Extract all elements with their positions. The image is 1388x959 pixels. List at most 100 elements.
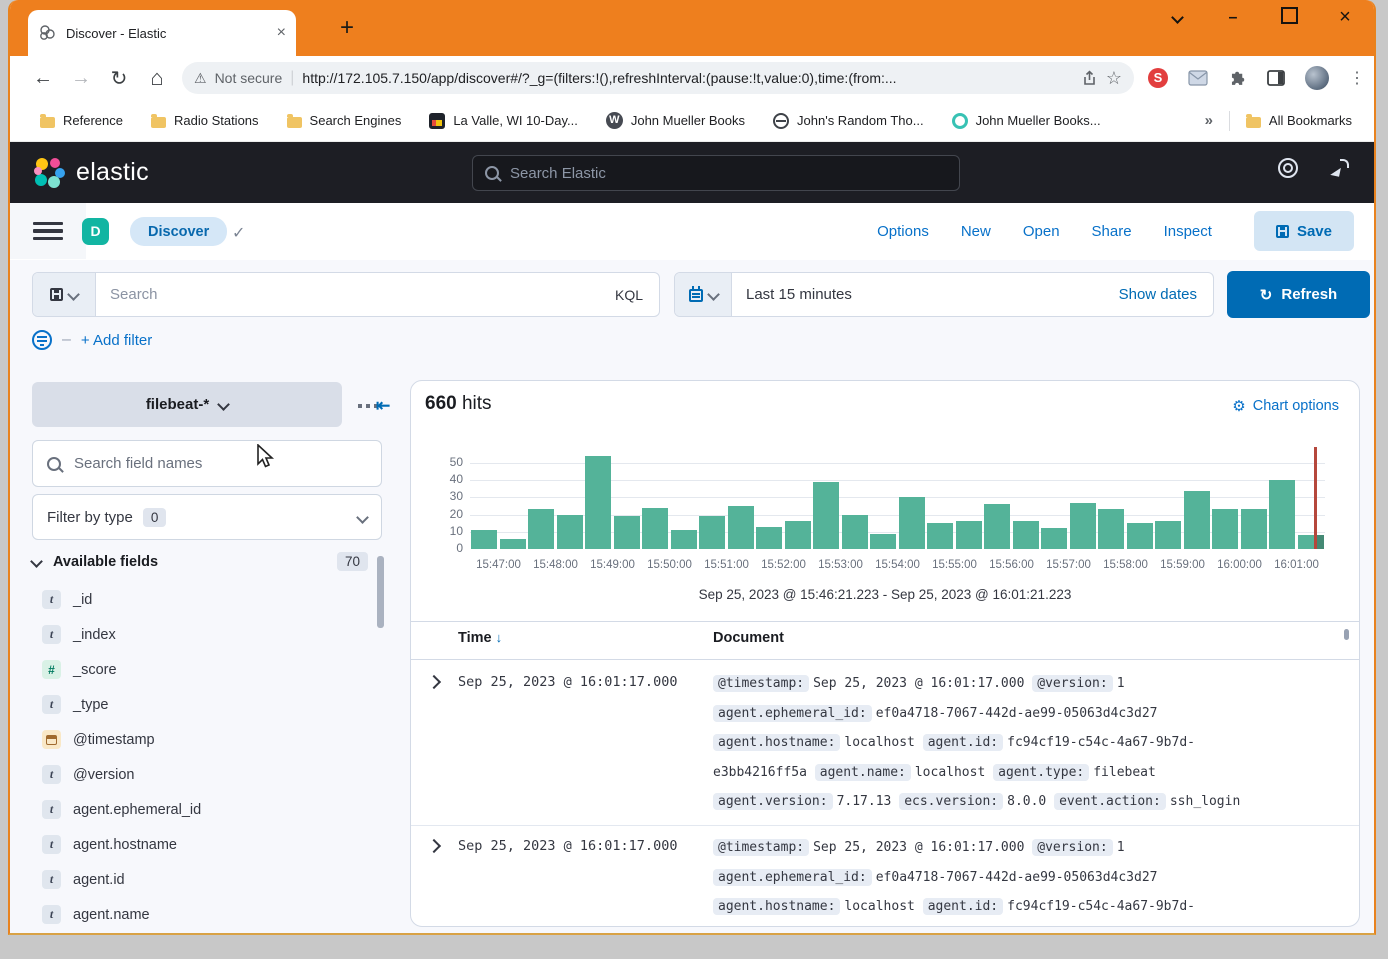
expand-row-icon[interactable] xyxy=(427,839,441,853)
document-field[interactable]: agent.type:filebeat xyxy=(993,765,1156,780)
document-field[interactable]: agent.ephemeral_id:ef0a4718-7067-442d-ae… xyxy=(713,706,1157,721)
bookmark-star-icon[interactable]: ☆ xyxy=(1106,68,1122,89)
document-field[interactable]: agent.name:localhost xyxy=(815,765,986,780)
field-item[interactable]: tagent.id xyxy=(32,862,372,897)
histogram-bar[interactable] xyxy=(1127,523,1153,549)
query-input[interactable] xyxy=(96,286,599,303)
chrome-menu-chevron-icon[interactable] xyxy=(1168,9,1186,27)
minimize-button[interactable]: – xyxy=(1224,9,1242,27)
table-scrollbar[interactable] xyxy=(1344,629,1349,640)
histogram-bar[interactable] xyxy=(699,516,725,549)
table-row[interactable]: Sep 25, 2023 @ 16:01:17.000@timestamp:Se… xyxy=(411,665,1359,825)
add-filter-button[interactable]: + Add filter xyxy=(81,332,152,349)
sort-descending-icon[interactable]: ↓ xyxy=(496,630,503,645)
time-picker[interactable]: Last 15 minutes Show dates xyxy=(674,272,1214,317)
field-settings-icon[interactable] xyxy=(358,404,362,408)
browser-menu-kebab-icon[interactable]: ⋮ xyxy=(1349,68,1365,88)
bookmark-item[interactable]: John Mueller Books... xyxy=(952,113,1101,129)
document-field[interactable]: agent.ephemeral_id:ef0a4718-7067-442d-ae… xyxy=(713,870,1157,885)
histogram-bar[interactable] xyxy=(1241,509,1267,549)
query-language-button[interactable]: KQL xyxy=(599,287,659,303)
home-icon[interactable]: ⌂ xyxy=(138,65,176,91)
bookmark-item[interactable]: Radio Stations xyxy=(151,113,259,128)
elastic-search-input[interactable] xyxy=(508,164,892,183)
histogram-bar[interactable] xyxy=(842,515,868,549)
tab-close-icon[interactable]: × xyxy=(277,24,286,42)
histogram-bar[interactable] xyxy=(956,521,982,549)
histogram-bar[interactable] xyxy=(899,497,925,549)
maximize-button[interactable] xyxy=(1280,7,1298,29)
help-icon[interactable] xyxy=(1278,158,1298,178)
histogram-bar[interactable] xyxy=(1041,528,1067,549)
browser-tab[interactable]: Discover - Elastic × xyxy=(28,10,296,56)
document-field[interactable]: ecs.version:8.0.0 xyxy=(899,794,1046,809)
refresh-button[interactable]: ↻ Refresh xyxy=(1227,271,1370,318)
document-field[interactable]: @version:1 xyxy=(1032,840,1124,855)
index-pattern-selector[interactable]: filebeat-* xyxy=(32,382,342,427)
document-field[interactable]: event.action:ssh_login xyxy=(1054,794,1240,809)
forward-icon[interactable]: → xyxy=(62,67,100,90)
url-text[interactable]: http://172.105.7.150/app/discover#/?_g=(… xyxy=(302,70,1072,86)
histogram-bar[interactable] xyxy=(1070,503,1096,549)
share-icon[interactable] xyxy=(1081,70,1098,87)
bookmark-item[interactable]: John's Random Tho... xyxy=(773,113,924,129)
back-icon[interactable]: ← xyxy=(24,67,62,90)
close-button[interactable]: × xyxy=(1336,6,1354,29)
all-bookmarks-button[interactable]: All Bookmarks xyxy=(1246,113,1352,128)
toolbar-link-options[interactable]: Options xyxy=(877,223,929,240)
toolbar-link-share[interactable]: Share xyxy=(1092,223,1132,240)
histogram-bar[interactable] xyxy=(1269,480,1295,549)
toolbar-link-new[interactable]: New xyxy=(961,223,991,240)
chart-options-button[interactable]: ⚙ Chart options xyxy=(1232,397,1339,415)
histogram-bar[interactable] xyxy=(1013,521,1039,549)
adblock-shield-icon[interactable]: S xyxy=(1148,68,1168,88)
histogram-bar[interactable] xyxy=(785,521,811,549)
available-fields-header[interactable]: Available fields 70 xyxy=(32,552,382,571)
document-field[interactable]: agent.version:7.17.13 xyxy=(713,794,891,809)
profile-avatar[interactable] xyxy=(1305,66,1329,90)
reload-icon[interactable]: ↻ xyxy=(100,66,138,91)
time-column-header[interactable]: Time ↓ xyxy=(458,630,502,646)
histogram-bar[interactable] xyxy=(500,539,526,549)
field-item[interactable]: t_type xyxy=(32,687,372,722)
histogram-bar[interactable] xyxy=(870,534,896,549)
bookmark-item[interactable]: Reference xyxy=(40,113,123,128)
elastic-search-box[interactable] xyxy=(472,155,960,191)
hamburger-menu-icon[interactable] xyxy=(33,222,63,240)
histogram-bar[interactable] xyxy=(1155,521,1181,549)
filter-by-type-select[interactable]: Filter by type 0 xyxy=(32,494,382,540)
breadcrumb-check-icon[interactable]: ✓ xyxy=(232,223,245,243)
document-field[interactable]: @timestamp:Sep 25, 2023 @ 16:01:17.000 xyxy=(713,676,1024,691)
field-item[interactable]: t_index xyxy=(32,617,372,652)
histogram-bar[interactable] xyxy=(471,530,497,549)
toolbar-link-inspect[interactable]: Inspect xyxy=(1164,223,1212,240)
histogram-bar[interactable] xyxy=(642,508,668,549)
newsfeed-icon[interactable] xyxy=(1330,158,1350,178)
security-label[interactable]: Not secure xyxy=(215,70,283,86)
nav-menu-container[interactable] xyxy=(10,203,86,259)
address-bar[interactable]: ⚠ Not secure | http://172.105.7.150/app/… xyxy=(182,62,1134,94)
breadcrumb[interactable]: Discover xyxy=(130,217,227,246)
document-field[interactable]: @version:1 xyxy=(1032,676,1124,691)
side-panel-icon[interactable] xyxy=(1267,70,1285,86)
document-field[interactable]: @timestamp:Sep 25, 2023 @ 16:01:17.000 xyxy=(713,840,1024,855)
field-item[interactable]: tagent.hostname xyxy=(32,827,372,862)
table-row[interactable]: Sep 25, 2023 @ 16:01:17.000@timestamp:Se… xyxy=(411,829,1359,926)
field-item[interactable]: @timestamp xyxy=(32,722,372,757)
bookmark-item[interactable]: Search Engines xyxy=(287,113,402,128)
histogram-bar[interactable] xyxy=(528,509,554,549)
time-picker-menu[interactable] xyxy=(675,273,732,316)
expand-row-icon[interactable] xyxy=(427,675,441,689)
histogram-bar[interactable] xyxy=(984,504,1010,549)
toolbar-link-open[interactable]: Open xyxy=(1023,223,1060,240)
collapse-sidebar-icon[interactable]: ⇤ xyxy=(376,396,390,416)
histogram-bar[interactable] xyxy=(1098,509,1124,549)
field-item[interactable]: t_id xyxy=(32,582,372,617)
histogram-bar[interactable] xyxy=(813,482,839,549)
histogram-bar[interactable] xyxy=(1212,509,1238,549)
histogram-bar[interactable] xyxy=(585,456,611,549)
histogram-plot[interactable] xyxy=(470,447,1325,549)
filter-icon[interactable] xyxy=(32,330,52,350)
histogram-bar[interactable] xyxy=(1184,491,1210,549)
save-button[interactable]: Save xyxy=(1254,211,1354,251)
